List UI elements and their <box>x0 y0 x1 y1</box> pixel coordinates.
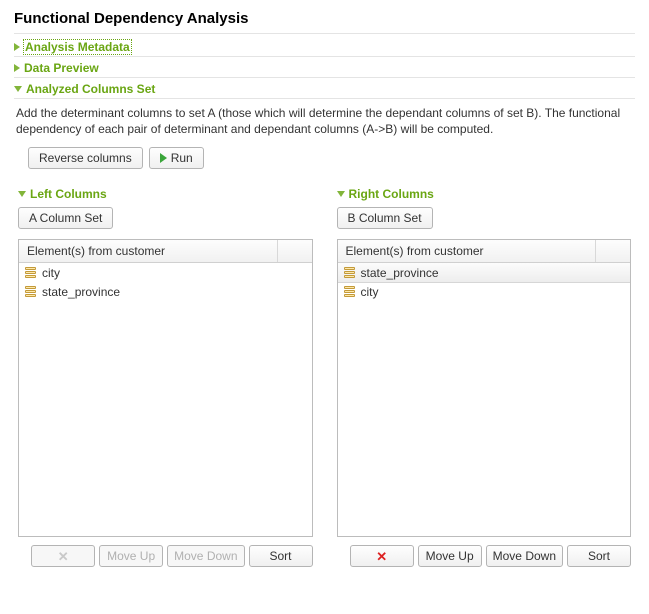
close-icon: ✕ <box>58 550 69 563</box>
column-name: city <box>361 285 379 299</box>
left-footer: ✕ Move Up Move Down Sort <box>18 537 313 567</box>
right-moveup-button[interactable]: Move Up <box>418 545 482 567</box>
table-row[interactable]: state_province <box>338 263 631 283</box>
section-metadata-title: Analysis Metadata <box>24 40 131 54</box>
reverse-columns-button[interactable]: Reverse columns <box>28 147 143 169</box>
chevron-right-icon <box>14 43 20 51</box>
left-columns-header[interactable]: Left Columns <box>18 183 313 201</box>
column-icon <box>25 286 36 298</box>
column-icon <box>344 267 355 279</box>
left-sort-button[interactable]: Sort <box>249 545 313 567</box>
section-columns[interactable]: Analyzed Columns Set <box>14 78 635 99</box>
right-columns-title: Right Columns <box>349 187 434 201</box>
right-moveup-label: Move Up <box>426 549 474 563</box>
left-column-panel: Left Columns A Column Set Element(s) fro… <box>18 183 313 567</box>
columns-container: Left Columns A Column Set Element(s) fro… <box>14 175 635 567</box>
chevron-right-icon <box>14 64 20 72</box>
section-columns-title: Analyzed Columns Set <box>26 82 155 96</box>
right-columns-grid[interactable]: Element(s) from customer state_provincec… <box>337 239 632 537</box>
right-movedown-label: Move Down <box>493 549 556 563</box>
column-icon <box>344 286 355 298</box>
chevron-down-icon <box>18 191 26 197</box>
right-grid-header-spacer <box>596 240 630 262</box>
left-movedown-button: Move Down <box>167 545 244 567</box>
right-column-panel: Right Columns B Column Set Element(s) fr… <box>337 183 632 567</box>
chevron-down-icon <box>337 191 345 197</box>
section-preview[interactable]: Data Preview <box>14 57 635 78</box>
left-delete-button: ✕ <box>31 545 95 567</box>
right-grid-body[interactable]: state_provincecity <box>338 263 631 536</box>
run-label: Run <box>171 151 193 165</box>
section-columns-desc: Add the determinant columns to set A (th… <box>14 99 635 147</box>
b-column-set-button[interactable]: B Column Set <box>337 207 433 229</box>
right-delete-button[interactable]: ✕ <box>350 545 414 567</box>
right-sort-label: Sort <box>588 549 610 563</box>
b-column-set-label: B Column Set <box>348 211 422 225</box>
left-columns-grid[interactable]: Element(s) from customer city state_provi… <box>18 239 313 537</box>
toolbar: Reverse columns Run <box>14 147 635 175</box>
right-movedown-button[interactable]: Move Down <box>486 545 563 567</box>
column-name: city <box>42 266 60 280</box>
right-columns-header[interactable]: Right Columns <box>337 183 632 201</box>
left-sort-label: Sort <box>269 549 291 563</box>
left-grid-body[interactable]: city state_province <box>19 263 312 536</box>
right-footer: ✕ Move Up Move Down Sort <box>337 537 632 567</box>
table-row[interactable]: city <box>338 282 631 301</box>
left-moveup-label: Move Up <box>107 549 155 563</box>
table-row[interactable]: city <box>19 263 312 282</box>
left-grid-header: Element(s) from customer <box>19 240 312 263</box>
right-sort-button[interactable]: Sort <box>567 545 631 567</box>
play-icon <box>160 153 167 163</box>
left-grid-header-spacer <box>278 240 312 262</box>
section-preview-title: Data Preview <box>24 61 99 75</box>
left-movedown-label: Move Down <box>174 549 237 563</box>
page-title: Functional Dependency Analysis <box>14 8 635 34</box>
section-metadata[interactable]: Analysis Metadata <box>14 36 635 57</box>
right-grid-header-label: Element(s) from customer <box>338 240 597 262</box>
left-columns-title: Left Columns <box>30 187 107 201</box>
a-column-set-label: A Column Set <box>29 211 102 225</box>
left-grid-header-label: Element(s) from customer <box>19 240 278 262</box>
column-name: state_province <box>361 266 439 280</box>
a-column-set-button[interactable]: A Column Set <box>18 207 113 229</box>
column-name: state_province <box>42 285 120 299</box>
right-grid-header: Element(s) from customer <box>338 240 631 263</box>
close-icon: ✕ <box>376 550 387 563</box>
table-row[interactable]: state_province <box>19 282 312 301</box>
left-moveup-button: Move Up <box>99 545 163 567</box>
column-icon <box>25 267 36 279</box>
run-button[interactable]: Run <box>149 147 204 169</box>
reverse-columns-label: Reverse columns <box>39 151 132 165</box>
analysis-editor: Functional Dependency Analysis Analysis … <box>0 0 649 567</box>
chevron-down-icon <box>14 86 22 92</box>
